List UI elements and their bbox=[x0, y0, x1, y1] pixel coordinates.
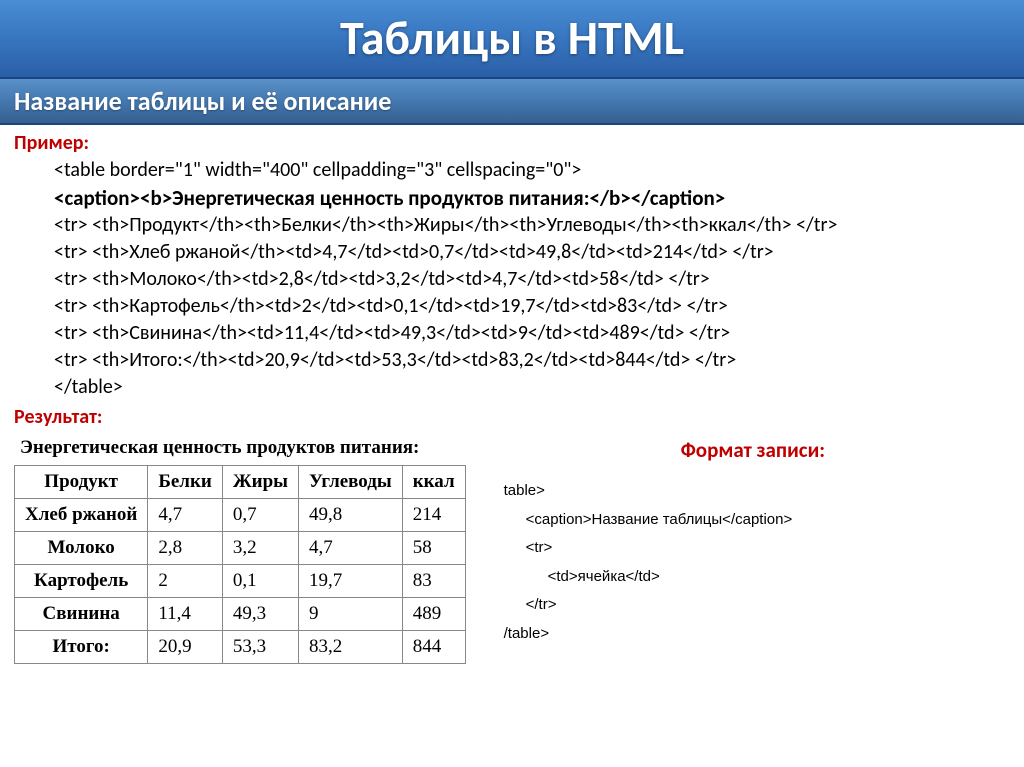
format-line: <td>ячейка</td> bbox=[504, 563, 1010, 592]
slide-header: Таблицы в HTML bbox=[0, 0, 1024, 79]
table-cell: 83 bbox=[402, 565, 465, 598]
format-line: table> bbox=[504, 482, 545, 499]
table-cell: 4,7 bbox=[299, 532, 403, 565]
table-row: Молоко 2,8 3,2 4,7 58 bbox=[15, 532, 466, 565]
table-row: Итого: 20,9 53,3 83,2 844 bbox=[15, 631, 466, 664]
format-code: table> <caption>Название таблицы</captio… bbox=[496, 477, 1010, 648]
table-cell: Хлеб ржаной bbox=[15, 499, 148, 532]
table-cell: 83,2 bbox=[299, 631, 403, 664]
format-line: </tr> bbox=[504, 591, 1010, 620]
table-header: Жиры bbox=[222, 466, 298, 499]
table-cell: 11,4 bbox=[148, 598, 223, 631]
table-cell: Молоко bbox=[15, 532, 148, 565]
table-cell: 58 bbox=[402, 532, 465, 565]
code-line: <tr> <th>Свинина</th><td>11,4</td><td>49… bbox=[54, 320, 1010, 347]
table-cell: Итого: bbox=[15, 631, 148, 664]
table-row: Картофель 2 0,1 19,7 83 bbox=[15, 565, 466, 598]
format-line: <caption>Название таблицы</caption> bbox=[504, 506, 1010, 535]
code-line: <tr> <th>Продукт</th><th>Белки</th><th>Ж… bbox=[54, 212, 1010, 239]
format-line: <tr> bbox=[504, 534, 1010, 563]
table-cell: 20,9 bbox=[148, 631, 223, 664]
table-cell: 214 bbox=[402, 499, 465, 532]
table-header: Белки bbox=[148, 466, 223, 499]
table-cell: Свинина bbox=[15, 598, 148, 631]
code-line: <tr> <th>Итого:</th><td>20,9</td><td>53,… bbox=[54, 347, 1010, 374]
code-line: <tr> <th>Молоко</th><td>2,8</td><td>3,2<… bbox=[54, 266, 1010, 293]
format-label: Формат записи: bbox=[496, 437, 1010, 463]
table-cell: 0,1 bbox=[222, 565, 298, 598]
example-label: Пример: bbox=[14, 131, 1010, 155]
table-cell: 2,8 bbox=[148, 532, 223, 565]
result-table: Продукт Белки Жиры Углеводы ккал Хлеб рж… bbox=[14, 465, 466, 664]
table-header: ккал bbox=[402, 466, 465, 499]
slide-title: Таблицы в HTML bbox=[0, 8, 1024, 67]
table-cell: 49,3 bbox=[222, 598, 298, 631]
content-area: Пример: <table border="1" width="400" ce… bbox=[0, 125, 1024, 664]
table-header: Продукт bbox=[15, 466, 148, 499]
table-cell: 9 bbox=[299, 598, 403, 631]
code-line: <table border="1" width="400" cellpaddin… bbox=[54, 157, 1010, 184]
format-panel: Формат записи: table> <caption>Название … bbox=[496, 433, 1010, 648]
table-cell: 53,3 bbox=[222, 631, 298, 664]
table-row: Свинина 11,4 49,3 9 489 bbox=[15, 598, 466, 631]
code-line: </table> bbox=[54, 374, 1010, 401]
table-cell: 4,7 bbox=[148, 499, 223, 532]
result-label: Результат: bbox=[14, 405, 1010, 429]
table-header-row: Продукт Белки Жиры Углеводы ккал bbox=[15, 466, 466, 499]
table-cell: 2 bbox=[148, 565, 223, 598]
table-row: Хлеб ржаной 4,7 0,7 49,8 214 bbox=[15, 499, 466, 532]
table-cell: 844 bbox=[402, 631, 465, 664]
table-caption: Энергетическая ценность продуктов питани… bbox=[14, 433, 466, 465]
code-line: <tr> <th>Хлеб ржаной</th><td>4,7</td><td… bbox=[54, 239, 1010, 266]
code-line: <caption><b>Энергетическая ценность прод… bbox=[54, 184, 1010, 212]
code-example: <table border="1" width="400" cellpaddin… bbox=[14, 157, 1010, 401]
table-header: Углеводы bbox=[299, 466, 403, 499]
table-cell: Картофель bbox=[15, 565, 148, 598]
table-cell: 489 bbox=[402, 598, 465, 631]
code-line: <tr> <th>Картофель</th><td>2</td><td>0,1… bbox=[54, 293, 1010, 320]
format-line: /table> bbox=[504, 625, 549, 642]
table-cell: 19,7 bbox=[299, 565, 403, 598]
result-table-wrap: Энергетическая ценность продуктов питани… bbox=[14, 433, 466, 664]
slide-subheader: Название таблицы и её описание bbox=[0, 79, 1024, 125]
table-cell: 49,8 bbox=[299, 499, 403, 532]
table-cell: 3,2 bbox=[222, 532, 298, 565]
table-cell: 0,7 bbox=[222, 499, 298, 532]
slide-subtitle: Название таблицы и её описание bbox=[14, 85, 1010, 117]
